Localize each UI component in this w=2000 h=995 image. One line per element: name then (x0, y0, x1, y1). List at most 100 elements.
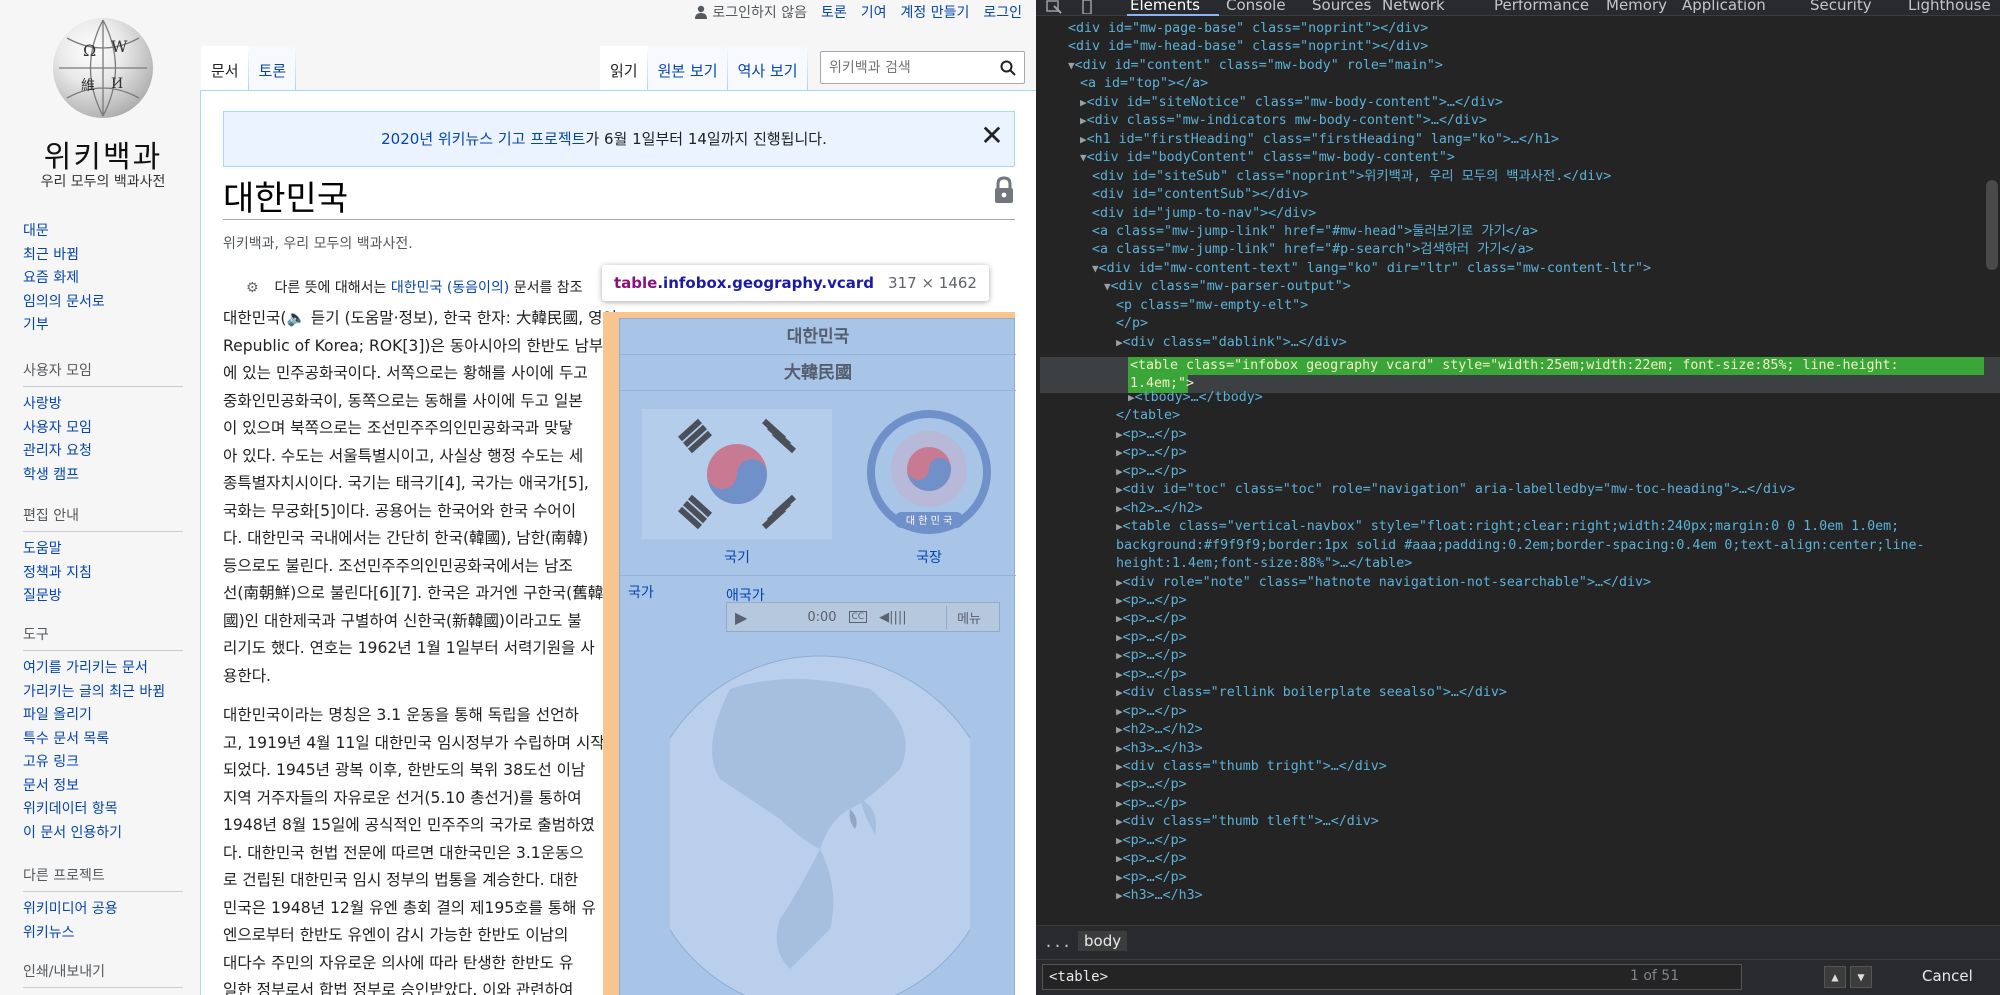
tab-article[interactable]: 문서 (201, 46, 249, 90)
dom-node-line[interactable]: ▶<p>…</p> (1116, 463, 1187, 481)
dom-node-line[interactable]: <div id="mw-head-base" class="noprint"><… (1068, 38, 1428, 56)
nav-community-item[interactable]: 사용자 모임 (23, 417, 183, 441)
find-cancel-button[interactable]: Cancel (1922, 967, 1973, 985)
expand-arrow-icon[interactable]: ▶ (1116, 705, 1123, 718)
expand-arrow-icon[interactable]: ▶ (1116, 428, 1123, 441)
audio-menu-button[interactable]: 메뉴 (946, 605, 991, 629)
dom-node-line[interactable]: ▶<div class="thumb tright">…</div> (1116, 758, 1387, 776)
lock-icon[interactable] (993, 175, 1015, 205)
dom-node-line[interactable]: ▶<div role="note" class="hatnote navigat… (1116, 574, 1651, 592)
nav-main-item[interactable]: 최근 바뀜 (23, 244, 183, 268)
nav-tools-item[interactable]: 특수 문서 목록 (23, 728, 183, 752)
nav-tools-item[interactable]: 여기를 가리키는 문서 (23, 657, 183, 681)
dom-node-line[interactable]: ▶<table class="vertical-navbox" style="f… (1116, 518, 1899, 536)
devtools-tab-lighthouse[interactable]: Lighthouse (1908, 0, 1991, 14)
dom-node-line[interactable]: ▶<h3>…</h3> (1116, 740, 1203, 758)
dom-node-line[interactable]: <a id="top"></a> (1080, 75, 1208, 93)
expand-arrow-icon[interactable]: ▶ (1116, 502, 1123, 515)
expand-arrow-icon[interactable]: ▶ (1128, 391, 1135, 404)
dom-node-line[interactable]: <div id="jump-to-nav"></div> (1092, 205, 1316, 223)
tab-read[interactable]: 읽기 (600, 46, 648, 90)
expand-arrow-icon[interactable]: ▶ (1116, 797, 1123, 810)
emblem-caption[interactable]: 국장 (864, 547, 994, 567)
dom-node-line[interactable]: ▶<h2>…</h2> (1116, 500, 1203, 518)
dom-node-line[interactable]: ▶<p>…</p> (1116, 610, 1187, 628)
nav-tools-item[interactable]: 위키데이터 항목 (23, 798, 183, 822)
expand-arrow-icon[interactable]: ▶ (1116, 576, 1123, 589)
flag-caption[interactable]: 국기 (642, 547, 832, 567)
contributions-link[interactable]: 기여 (861, 2, 887, 22)
devtools-tab-sources[interactable]: Sources (1312, 0, 1371, 14)
globe-map-image[interactable] (670, 649, 970, 995)
dom-node-line[interactable]: ▶<h2>…</h2> (1116, 721, 1203, 739)
device-toolbar-icon[interactable] (1080, 0, 1094, 14)
nav-tools-item[interactable]: 고유 링크 (23, 751, 183, 775)
nav-guide-item[interactable]: 정책과 지침 (23, 562, 183, 586)
devtools-tab-security[interactable]: Security (1810, 0, 1872, 14)
dom-node-line[interactable]: ▶<p>…</p> (1116, 703, 1187, 721)
nav-community-item[interactable]: 학생 캠프 (23, 464, 183, 488)
expand-arrow-icon[interactable]: ▶ (1116, 612, 1123, 625)
emblem-image[interactable]: 대 한 민 국 (864, 407, 994, 537)
dom-node-line[interactable]: ▶<p>…</p> (1116, 629, 1187, 647)
expand-arrow-icon[interactable]: ▶ (1080, 96, 1087, 109)
dom-node-line[interactable]: ▶<p>…</p> (1116, 832, 1187, 850)
breadcrumb-body[interactable]: body (1078, 931, 1128, 951)
expand-arrow-icon[interactable]: ▶ (1116, 778, 1123, 791)
expand-arrow-icon[interactable]: ▶ (1116, 871, 1123, 884)
anthem-label[interactable]: 국가 (628, 582, 654, 602)
expand-arrow-icon[interactable]: ▶ (1116, 852, 1123, 865)
dom-node-line[interactable]: ▶<p>…</p> (1116, 666, 1187, 684)
expand-arrow-icon[interactable]: ▶ (1116, 815, 1123, 828)
collapse-arrow-icon[interactable]: ▼ (1092, 262, 1099, 275)
devtools-tab-memory[interactable]: Memory (1606, 0, 1667, 14)
dom-node-line[interactable]: ▶<tbody>…</tbody> (1128, 389, 1263, 407)
captions-icon[interactable]: CC (848, 611, 868, 623)
create-account-link[interactable]: 계정 만들기 (901, 2, 970, 22)
dom-node-line[interactable]: ▶<div id="toc" class="toc" role="navigat… (1116, 481, 1795, 499)
expand-arrow-icon[interactable]: ▶ (1116, 446, 1123, 459)
search-input[interactable] (829, 58, 994, 78)
dom-node-line[interactable]: ▶<p>…</p> (1116, 869, 1187, 887)
collapse-arrow-icon[interactable]: ▼ (1104, 280, 1111, 293)
devtools-tab-elements[interactable]: Elements (1130, 0, 1200, 14)
tab-history[interactable]: 역사 보기 (727, 46, 808, 90)
inspect-element-icon[interactable] (1046, 0, 1062, 14)
dom-node-line[interactable]: background:#f9f9f9;border:1px solid #aaa… (1116, 537, 1925, 555)
play-icon[interactable]: ▶ (735, 608, 747, 627)
nav-other-item[interactable]: 위키미디어 공용 (23, 898, 183, 922)
expand-arrow-icon[interactable]: ▶ (1116, 723, 1123, 736)
nav-tools-item[interactable]: 문서 정보 (23, 775, 183, 799)
dom-node-line[interactable]: ▶<h3>…</h3> (1116, 887, 1203, 905)
login-link[interactable]: 로그인 (983, 2, 1022, 22)
dom-node-line[interactable]: ▶<p>…</p> (1116, 592, 1187, 610)
notice-link[interactable]: 2020년 위키뉴스 기고 프로젝트 (381, 130, 585, 148)
hatnote-link[interactable]: 대한민국 (동음이의) (391, 280, 509, 296)
nav-other-item[interactable]: 위키뉴스 (23, 922, 183, 946)
flag-image[interactable] (642, 409, 832, 539)
expand-arrow-icon[interactable]: ▶ (1116, 834, 1123, 847)
find-previous-button[interactable]: ▲ (1824, 966, 1846, 988)
dom-node-line[interactable]: <div id="siteSub" class="noprint">위키백과, … (1092, 168, 1611, 186)
expand-arrow-icon[interactable]: ▶ (1080, 114, 1087, 127)
dom-node-line[interactable]: <div id="contentSub"></div> (1092, 186, 1308, 204)
expand-arrow-icon[interactable]: ▶ (1116, 686, 1123, 699)
expand-arrow-icon[interactable]: ▶ (1116, 594, 1123, 607)
dom-node-line[interactable]: ▼<div id="bodyContent" class="mw-body-co… (1080, 149, 1455, 167)
search-icon[interactable] (1000, 60, 1016, 76)
devtools-tab-console[interactable]: Console (1226, 0, 1286, 14)
volume-icon[interactable]: ◀|||| (879, 610, 907, 625)
dom-node-line[interactable]: <a class="mw-jump-link" href="#mw-head">… (1092, 223, 1538, 241)
nav-main-item[interactable]: 요즘 화제 (23, 267, 183, 291)
dom-node-line[interactable]: ▶<p>…</p> (1116, 647, 1187, 665)
expand-arrow-icon[interactable]: ▶ (1116, 520, 1123, 533)
nav-guide-item[interactable]: 질문방 (23, 585, 183, 609)
close-icon[interactable]: ✕ (978, 122, 1006, 150)
collapse-arrow-icon[interactable]: ▼ (1080, 151, 1087, 164)
devtools-tab-network[interactable]: Network (1382, 0, 1445, 14)
dom-node-line[interactable]: <a class="mw-jump-link" href="#p-search"… (1092, 241, 1534, 259)
nav-main-item[interactable]: 대문 (23, 220, 183, 244)
expand-arrow-icon[interactable]: ▶ (1116, 631, 1123, 644)
dom-node-line[interactable]: ▼<div class="mw-parser-output"> (1104, 278, 1351, 296)
expand-arrow-icon[interactable]: ▶ (1116, 742, 1123, 755)
